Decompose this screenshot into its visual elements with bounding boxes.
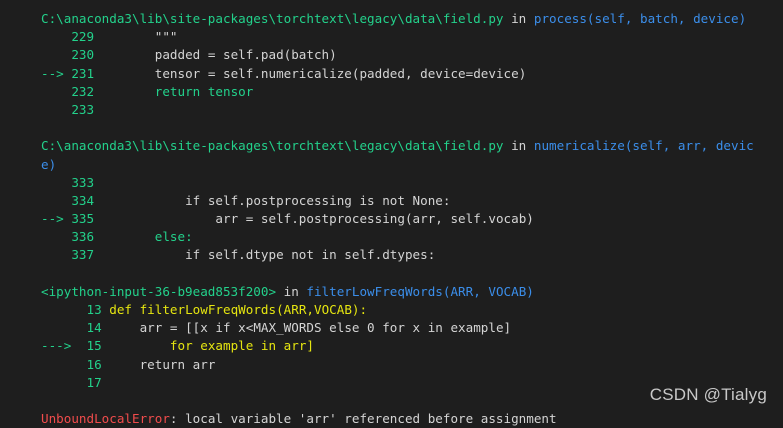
error-message: : local variable 'arr' referenced before… [169,411,557,427]
code-line: 334 if self.postprocessing is not None: [41,192,773,210]
frame-in-text: in [503,138,534,154]
line-code: arr = [[x if x<MAX_WORDS else 0 for x in… [101,320,512,336]
frame-function: filterLowFreqWords(ARR, VOCAB) [306,283,534,299]
line-marker [41,320,71,335]
code-line: 337 if self.dtype not in self.dtypes: [41,246,773,264]
code-line: 232 return tensor [41,83,773,101]
line-marker [41,193,64,208]
code-line: 16 return arr [41,356,773,374]
error-line: UnboundLocalError: local variable 'arr' … [41,410,773,428]
line-marker [41,47,64,62]
code-line: 14 arr = [[x if x<MAX_WORDS else 0 for x… [41,319,773,337]
line-number: 13 [71,302,102,317]
line-code: if self.dtype not in self.dtypes: [94,247,436,263]
code-line: 229 """ [41,28,773,46]
code-line: 13 def filterLowFreqWords(ARR,VOCAB): [41,301,773,319]
frame-header: C:\anaconda3\lib\site-packages\torchtext… [41,137,773,155]
line-marker [41,175,64,190]
line-marker [41,84,64,99]
frame-in-text: in [503,11,534,26]
line-code: padded = self.pad(batch) [94,47,337,63]
code-line-current: ---> 15 for example in arr] [41,337,773,355]
code-line: 230 padded = self.pad(batch) [41,46,773,64]
traceback-console: C:\anaconda3\lib\site-packages\torchtext… [41,10,773,428]
code-line: 333 [41,174,773,192]
code-line-current: --> 231 tensor = self.numericalize(padde… [41,65,773,83]
line-number: 229 [63,29,95,45]
frame-function: numericalize(self, arr, devic [533,138,754,154]
code-line-current: --> 335 arr = self.postprocessing(arr, s… [41,210,773,228]
current-line-arrow: --> [41,211,64,227]
frame-file-path: C:\anaconda3\lib\site-packages\torchtext… [41,11,504,26]
error-type: UnboundLocalError [41,411,170,427]
frame-file-path: <ipython-input-36-b9ead853f200> [41,283,277,299]
line-code: else: [94,229,193,245]
frame-in-text: in [276,283,307,299]
line-marker [41,102,64,117]
line-marker [41,302,71,317]
line-code: return arr [101,356,216,372]
line-marker [41,357,71,372]
line-code: arr = self.postprocessing(arr, self.voca… [94,211,534,227]
line-number: 233 [63,101,95,117]
frame-header: <ipython-input-36-b9ead853f200> in filte… [41,283,773,301]
line-number: 333 [63,174,95,190]
line-code: for example in arr] [101,338,314,354]
line-number: 337 [63,247,95,263]
watermark: CSDN @Tialyg [649,385,767,404]
line-number: 335 [63,211,95,227]
line-number: 230 [63,47,95,63]
line-code: if self.postprocessing is not None: [94,192,451,208]
line-number: 231 [63,65,95,81]
code-line: 233 [41,101,773,119]
line-number: 16 [71,356,102,372]
line-code: def filterLowFreqWords(ARR,VOCAB): [101,302,368,317]
frame-header-wrap: e) [41,156,773,174]
code-line: 336 else: [41,228,773,246]
line-number: 232 [63,83,95,99]
line-number: 336 [63,229,95,245]
current-line-arrow: --> [41,65,64,81]
line-code: """ [94,29,178,45]
line-marker [41,29,64,44]
frame-file-path: C:\anaconda3\lib\site-packages\torchtext… [41,138,504,154]
line-code: tensor = self.numericalize(padded, devic… [94,65,527,81]
frame-function-wrap: e) [41,156,57,172]
frame-function: process(self, batch, device) [533,11,747,26]
current-line-arrow: ---> [41,338,72,354]
line-number: 17 [71,374,102,390]
line-marker [41,229,64,244]
line-number: 14 [71,320,102,336]
line-marker [41,247,64,262]
line-number: 334 [63,192,95,208]
line-code: return tensor [94,83,254,99]
line-number: 15 [71,338,102,354]
frame-header: C:\anaconda3\lib\site-packages\torchtext… [41,10,773,28]
line-marker [41,375,71,390]
